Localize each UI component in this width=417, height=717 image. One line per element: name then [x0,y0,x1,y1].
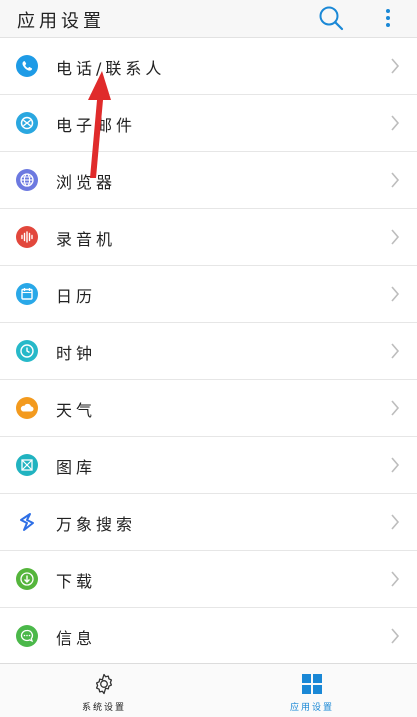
tab-label: 应用设置 [289,703,334,713]
message-icon [16,625,38,647]
search-s-icon [16,511,38,533]
list-item-messages[interactable]: 信息 [0,608,417,664]
chevron-right-icon [390,457,400,473]
list-item-label: 电子邮件 [56,116,137,135]
list-item-label: 天气 [56,401,97,420]
chevron-right-icon [390,115,400,131]
clock-icon [16,340,38,362]
list-item-phone-contacts[interactable]: 电话/联系人 [0,38,417,95]
mail-icon [16,112,38,134]
chevron-right-icon [390,571,400,587]
tab-label: 系统设置 [81,703,126,713]
gear-icon [92,672,116,696]
app-header: 应用设置 [0,0,417,38]
chevron-right-icon [390,628,400,644]
gallery-icon [16,454,38,476]
phone-icon [16,55,38,77]
bottom-tab-bar: 系统设置 应用设置 [0,663,417,717]
list-item-calendar[interactable]: 日历 [0,266,417,323]
list-item-label: 下载 [56,572,97,591]
chevron-right-icon [390,400,400,416]
chevron-right-icon [390,172,400,188]
app-settings-list: 电话/联系人 电子邮件 浏览器 录音机 日历 时钟 天气 图库 万象搜索 下载 … [0,38,417,664]
list-item-label: 日历 [56,287,97,306]
globe-icon [16,169,38,191]
list-item-weather[interactable]: 天气 [0,380,417,437]
list-item-label: 录音机 [56,230,117,249]
tab-system-settings[interactable]: 系统设置 [0,664,208,717]
soundwave-icon [16,226,38,248]
calendar-icon [16,283,38,305]
list-item-label: 图库 [56,458,97,477]
list-item-label: 万象搜索 [56,515,137,534]
list-item-label: 信息 [56,629,97,648]
list-item-email[interactable]: 电子邮件 [0,95,417,152]
list-item-label: 时钟 [56,344,97,363]
more-vertical-icon[interactable] [378,6,398,30]
chevron-right-icon [390,58,400,74]
grid-icon [300,672,324,696]
weather-icon [16,397,38,419]
list-item-label: 电话/联系人 [56,59,166,78]
chevron-right-icon [390,229,400,245]
list-item-clock[interactable]: 时钟 [0,323,417,380]
download-icon [16,568,38,590]
list-item-download[interactable]: 下载 [0,551,417,608]
list-item-gallery[interactable]: 图库 [0,437,417,494]
list-item-universal-search[interactable]: 万象搜索 [0,494,417,551]
tab-app-settings[interactable]: 应用设置 [208,664,416,717]
chevron-right-icon [390,343,400,359]
search-icon[interactable] [318,5,344,31]
list-item-label: 浏览器 [56,173,117,192]
list-item-recorder[interactable]: 录音机 [0,209,417,266]
page-title: 应用设置 [17,11,105,32]
chevron-right-icon [390,514,400,530]
list-item-browser[interactable]: 浏览器 [0,152,417,209]
chevron-right-icon [390,286,400,302]
